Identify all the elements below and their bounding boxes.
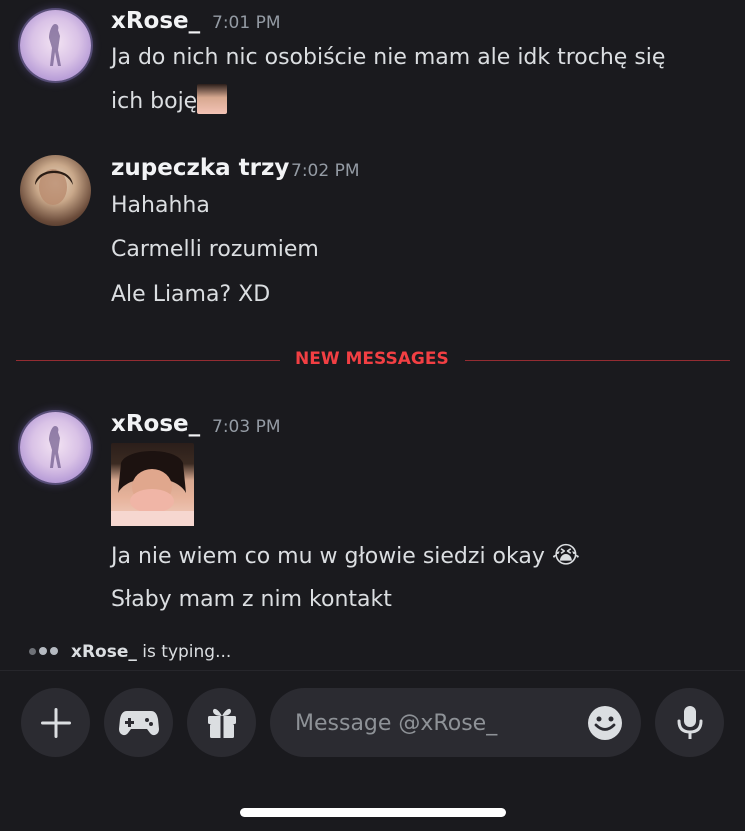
new-messages-divider-line [465, 360, 730, 361]
avatar[interactable] [20, 155, 91, 226]
voice-message-button[interactable] [655, 688, 724, 757]
avatar-portrait-icon [35, 169, 73, 205]
home-indicator [240, 808, 506, 817]
composer-separator [0, 670, 745, 671]
typing-user: xRose_ [71, 642, 137, 662]
message-text: Ja do nich nic osobiście nie mam ale idk… [111, 45, 666, 70]
message-input[interactable] [295, 708, 565, 738]
loudly-crying-emoji: 😭 [551, 541, 580, 569]
author-name[interactable]: xRose_ [111, 411, 200, 437]
message-text: Ale Liama? XD [111, 282, 271, 307]
gift-button[interactable] [187, 688, 256, 757]
message-text-line: Ja nie wiem co mu w głowie siedzi okay [111, 544, 545, 569]
activities-button[interactable] [104, 688, 173, 757]
typing-suffix: is typing... [136, 642, 232, 662]
crying-woman-gif-icon [111, 451, 194, 526]
avatar[interactable] [20, 10, 91, 81]
gif-image[interactable] [111, 443, 194, 526]
plus-icon [40, 707, 71, 738]
message-text: Carmelli rozumiem [111, 237, 319, 262]
new-messages-divider-line [16, 360, 280, 361]
avatar-figure-icon [49, 426, 61, 468]
timestamp: 7:01 PM [212, 13, 281, 33]
gif-emoji-image[interactable] [197, 84, 228, 114]
avatar-figure-icon [49, 24, 61, 66]
avatar[interactable] [20, 412, 91, 483]
microphone-icon [677, 705, 702, 739]
typing-indicator: xRose_ is typing... [29, 640, 231, 662]
message-composer[interactable] [270, 688, 641, 757]
author-name[interactable]: xRose_ [111, 8, 200, 34]
message-text: Ja nie wiem co mu w głowie siedzi okay 😭 [111, 541, 580, 570]
timestamp: 7:03 PM [212, 417, 281, 437]
gamepad-icon [118, 710, 159, 735]
timestamp: 7:02 PM [291, 161, 360, 181]
add-attachment-button[interactable] [21, 688, 90, 757]
message-text: Słaby mam z nim kontakt [111, 587, 392, 612]
typing-dots-icon [29, 640, 61, 660]
emoji-button[interactable] [587, 705, 623, 741]
smiley-icon [588, 706, 622, 740]
author-name[interactable]: zupeczka trzy [111, 155, 289, 181]
message-text: ich boję [111, 84, 228, 115]
gift-icon [207, 708, 236, 738]
new-messages-label: NEW MESSAGES [295, 349, 449, 369]
message-text-line: ich boję [111, 89, 198, 114]
message-text: Hahahha [111, 193, 210, 218]
